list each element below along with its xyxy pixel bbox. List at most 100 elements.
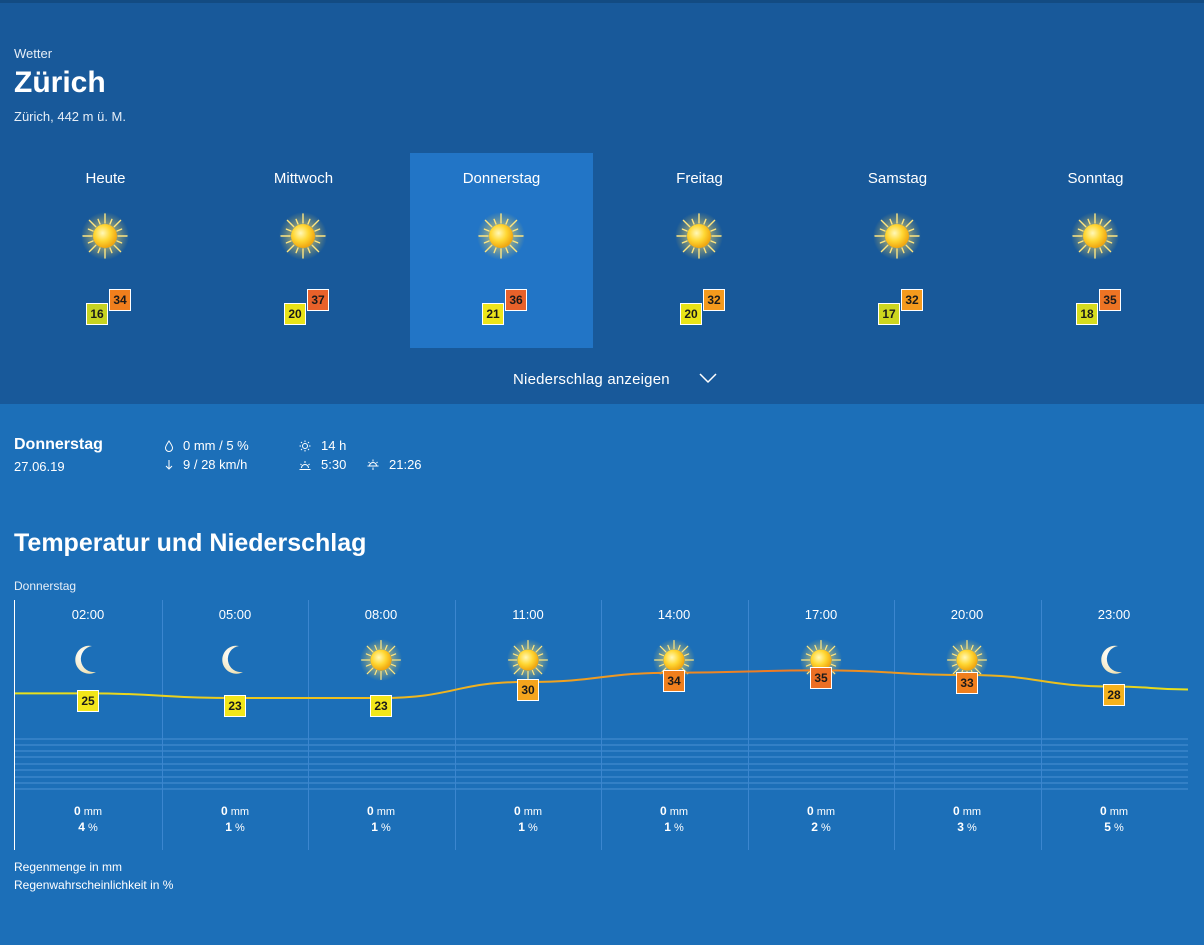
precip-probability-value: 1 (518, 820, 525, 834)
legend-rain-probability: Regenwahrscheinlichkeit in % (14, 878, 174, 892)
temperature-point-badge[interactable]: 23 (224, 695, 246, 717)
hour-label: 08:00 (364, 607, 398, 622)
precip-probability: 3 % (894, 820, 1040, 834)
sun-icon (476, 211, 526, 261)
temperature-point-badge[interactable]: 23 (370, 695, 392, 717)
temperature-point-badge[interactable]: 30 (517, 679, 539, 701)
moon-icon (1092, 638, 1136, 682)
precip-unit: mm (230, 806, 250, 818)
sun-icon (674, 211, 724, 261)
percent-unit: % (234, 822, 245, 834)
min-temp-badge: 21 (482, 303, 504, 325)
max-temp-badge: 36 (505, 289, 527, 311)
moon-icon (66, 638, 110, 682)
percent-unit: % (87, 822, 98, 834)
precip-amount-value: 0 (73, 804, 81, 818)
min-temp-badge: 18 (1076, 303, 1098, 325)
precip-amount-value: 0 (952, 804, 960, 818)
max-temp-badge: 37 (307, 289, 329, 311)
day-name: Samstag (867, 170, 928, 187)
sun-icon (359, 638, 403, 682)
moon-icon (222, 645, 243, 674)
precip-probability-value: 2 (811, 820, 818, 834)
precip-probability-value: 3 (957, 820, 964, 834)
day-tab-0[interactable]: Heute 34 16 (14, 153, 197, 348)
day-tab-2[interactable]: Donnerstag 36 21 (410, 153, 593, 348)
day-tab-5[interactable]: Sonntag 35 18 (1004, 153, 1187, 348)
day-name: Heute (85, 170, 126, 187)
percent-unit: % (1113, 822, 1124, 834)
percent-unit: % (527, 822, 538, 834)
min-temp-badge: 16 (86, 303, 108, 325)
percent-unit: % (966, 822, 977, 834)
min-temp-badge: 20 (680, 303, 702, 325)
temperature-point-badge[interactable]: 34 (663, 670, 685, 692)
precip-amount: 0 mm (748, 804, 894, 818)
precip-amount: 0 mm (455, 804, 601, 818)
rain-amount-probability: 0 mm / 5 % (183, 438, 249, 453)
precip-probability-value: 1 (664, 820, 671, 834)
precip-unit: mm (1109, 806, 1129, 818)
day-tab-1[interactable]: Mittwoch 37 20 (212, 153, 395, 348)
precip-probability-value: 1 (225, 820, 232, 834)
sun-icon (506, 638, 550, 682)
temperature-point-badge[interactable]: 28 (1103, 684, 1125, 706)
chart-title: Temperatur und Niederschlag (14, 529, 367, 557)
sun-icon (278, 211, 328, 261)
hour-label: 23:00 (1097, 607, 1131, 622)
sunset-icon (367, 459, 379, 470)
percent-unit: % (820, 822, 831, 834)
section-label: Wetter (14, 46, 53, 61)
precip-unit: mm (816, 806, 836, 818)
max-temp-badge: 32 (901, 289, 923, 311)
precip-amount-value: 0 (659, 804, 667, 818)
precip-amount-value: 0 (806, 804, 814, 818)
sun-icon (1070, 211, 1120, 261)
precip-amount: 0 mm (601, 804, 747, 818)
sun-icon (872, 211, 922, 261)
precip-probability-value: 4 (78, 820, 85, 834)
chevron-down-icon[interactable] (698, 370, 718, 386)
precip-amount: 0 mm (894, 804, 1040, 818)
precip-amount-value: 0 (513, 804, 521, 818)
temperature-point-badge[interactable]: 33 (956, 672, 978, 694)
precip-probability: 1 % (308, 820, 454, 834)
precip-amount: 0 mm (15, 804, 161, 818)
precip-amount-value: 0 (366, 804, 374, 818)
temperature-point-badge[interactable]: 35 (810, 667, 832, 689)
sunrise-icon (299, 461, 311, 470)
precip-amount: 0 mm (308, 804, 454, 818)
sun-icon (675, 212, 723, 260)
sunshine-icon (299, 440, 311, 452)
precip-probability-value: 1 (371, 820, 378, 834)
precip-probability: 1 % (455, 820, 601, 834)
precip-probability: 4 % (15, 820, 161, 834)
precipitation-toggle[interactable]: Niederschlag anzeigen (513, 371, 670, 388)
moon-icon (213, 638, 257, 682)
max-temp-badge: 32 (703, 289, 725, 311)
precip-probability: 1 % (162, 820, 308, 834)
precip-probability: 1 % (601, 820, 747, 834)
legend-rain-amount: Regenmenge in mm (14, 860, 123, 874)
min-temp-badge: 17 (878, 303, 900, 325)
precip-unit: mm (376, 806, 396, 818)
day-tab-4[interactable]: Samstag 32 17 (806, 153, 989, 348)
hour-label: 17:00 (804, 607, 838, 622)
precip-unit: mm (962, 806, 982, 818)
precip-amount-value: 0 (1099, 804, 1107, 818)
precip-unit: mm (669, 806, 689, 818)
day-name: Sonntag (1067, 170, 1124, 187)
day-name: Donnerstag (462, 170, 541, 187)
sun-icon (477, 212, 525, 260)
day-name: Freitag (676, 170, 723, 187)
sunset-time: 21:26 (389, 457, 422, 472)
temperature-point-badge[interactable]: 25 (77, 690, 99, 712)
precip-amount-value: 0 (220, 804, 228, 818)
sun-icon (80, 211, 130, 261)
moon-icon (1101, 645, 1122, 674)
raindrop-icon (164, 440, 174, 452)
sun-icon (359, 638, 403, 682)
day-tab-3[interactable]: Freitag 32 20 (608, 153, 791, 348)
moon-icon (75, 645, 96, 674)
percent-unit: % (380, 822, 391, 834)
